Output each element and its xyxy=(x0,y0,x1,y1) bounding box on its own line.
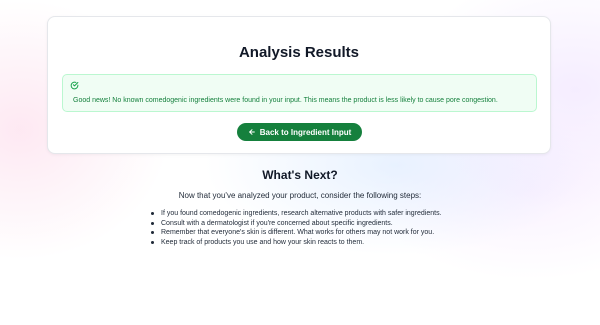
list-item: Consult with a dermatologist if you're c… xyxy=(150,219,455,229)
bullet-icon xyxy=(151,240,154,244)
success-alert: Good news! No known comedogenic ingredie… xyxy=(62,74,537,112)
arrow-left-icon xyxy=(248,129,255,135)
whats-next-intro: Now that you've analyzed your product, c… xyxy=(178,191,422,200)
alert-message: Good news! No known comedogenic ingredie… xyxy=(73,97,498,104)
next-steps-list: If you found comedogenic ingredients, re… xyxy=(150,209,455,247)
analysis-results-card: Analysis Results Good news! No known com… xyxy=(47,16,551,154)
step-text: Remember that everyone's skin is differe… xyxy=(161,229,435,236)
step-text: Consult with a dermatologist if you're c… xyxy=(161,219,393,227)
step-text: If you found comedogenic ingredients, re… xyxy=(161,210,442,217)
bullet-icon xyxy=(151,221,154,225)
bullet-icon xyxy=(151,231,154,234)
check-circle-icon xyxy=(70,81,79,90)
back-button-label: Back to Ingredient Input xyxy=(259,127,352,137)
list-item: Remember that everyone's skin is differe… xyxy=(150,228,455,238)
results-title: Analysis Results xyxy=(238,44,360,61)
list-item: If you found comedogenic ingredients, re… xyxy=(150,209,455,219)
whats-next-title: What's Next? xyxy=(262,168,338,182)
step-text: Keep track of products you use and how y… xyxy=(161,238,365,246)
bullet-icon xyxy=(151,212,154,215)
back-to-ingredient-input-button[interactable]: Back to Ingredient Input xyxy=(237,123,362,141)
list-item: Keep track of products you use and how y… xyxy=(150,238,455,248)
